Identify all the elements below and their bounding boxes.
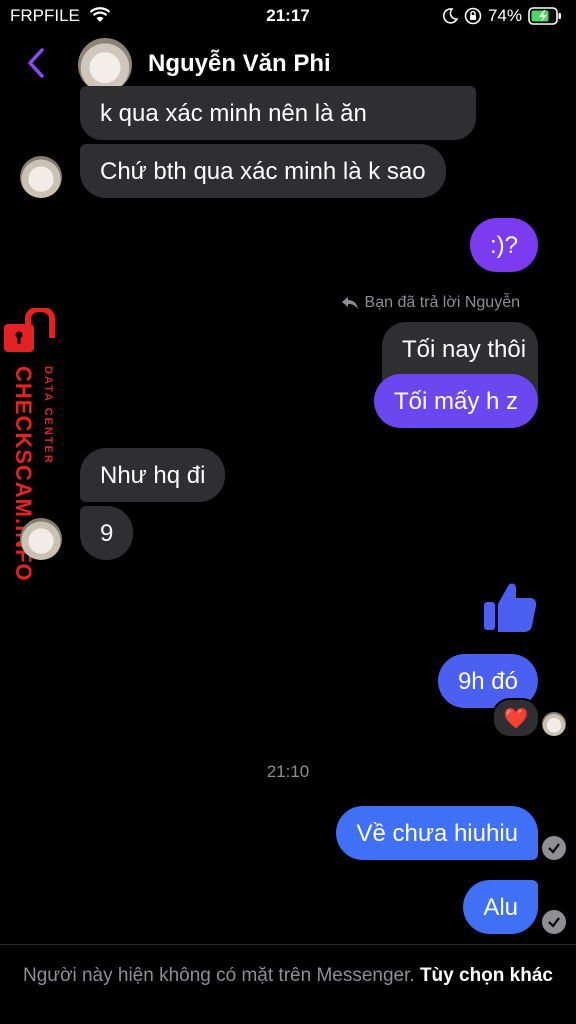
padlock-logo-icon (4, 308, 55, 352)
message-text: Chứ bth qua xác minh là k sao (100, 158, 426, 185)
contact-avatar[interactable] (78, 38, 132, 92)
contact-name[interactable]: Nguyễn Văn Phi (148, 50, 331, 78)
heart-icon: ❤️ (503, 707, 529, 730)
thumbs-up-sticker[interactable] (482, 578, 538, 639)
message-sent[interactable]: Về chưa hiuhiu (336, 806, 538, 860)
status-bar: FRPFILE 21:17 74% (0, 0, 576, 32)
message-text: Alu (483, 894, 518, 921)
reaction-badge[interactable]: ❤️ (492, 698, 540, 738)
message-text: Như hq đi (100, 462, 206, 489)
back-button[interactable] (24, 46, 48, 85)
message-sent[interactable]: Tối mấy h z (373, 374, 538, 428)
message-text: :)? (489, 232, 518, 259)
orientation-lock-icon (464, 7, 482, 25)
seen-avatar (542, 712, 566, 736)
delivered-check-icon (542, 836, 566, 860)
unavailable-notice: Người này hiện không có mặt trên Messeng… (23, 965, 415, 986)
reply-arrow-icon (341, 297, 358, 309)
more-options-link[interactable]: Tùy chọn khác (420, 965, 553, 986)
moon-icon (442, 8, 458, 24)
message-received[interactable]: 9 (80, 506, 134, 560)
quoted-text: Tối nay thôi (402, 336, 527, 363)
message-text: 9h đó (457, 668, 518, 695)
thumbs-up-icon (484, 583, 537, 632)
message-sent[interactable]: :)? (469, 218, 538, 272)
message-text: Tối mấy h z (393, 388, 518, 415)
message-received[interactable]: Chứ bth qua xác minh là k sao (80, 144, 446, 198)
watermark-sub-text: DATA CENTER (42, 366, 54, 465)
message-text: Về chưa hiuhiu (356, 820, 518, 847)
contact-avatar-small[interactable] (20, 518, 62, 560)
reply-info: Bạn đã trả lời Nguyễn (341, 294, 520, 312)
message-sent[interactable]: Alu (463, 880, 538, 934)
delivered-check-icon (542, 910, 566, 934)
battery-charging-icon (528, 7, 561, 25)
message-text: 9 (100, 520, 114, 547)
chat-timestamp: 21:10 (266, 762, 310, 781)
message-text: k qua xác minh nên là ăn (100, 100, 367, 127)
contact-avatar-small[interactable] (20, 156, 62, 198)
message-received[interactable]: k qua xác minh nên là ăn (80, 86, 476, 140)
message-received[interactable]: Như hq đi (80, 448, 226, 502)
chevron-left-icon (28, 48, 44, 78)
watermark-text: CHECKSCAM.INFO DATA CENTER (10, 366, 54, 596)
battery-percent: 74% (487, 6, 522, 25)
unavailable-footer: Người này hiện không có mặt trên Messeng… (0, 944, 576, 1024)
status-right: 74% (442, 6, 562, 26)
